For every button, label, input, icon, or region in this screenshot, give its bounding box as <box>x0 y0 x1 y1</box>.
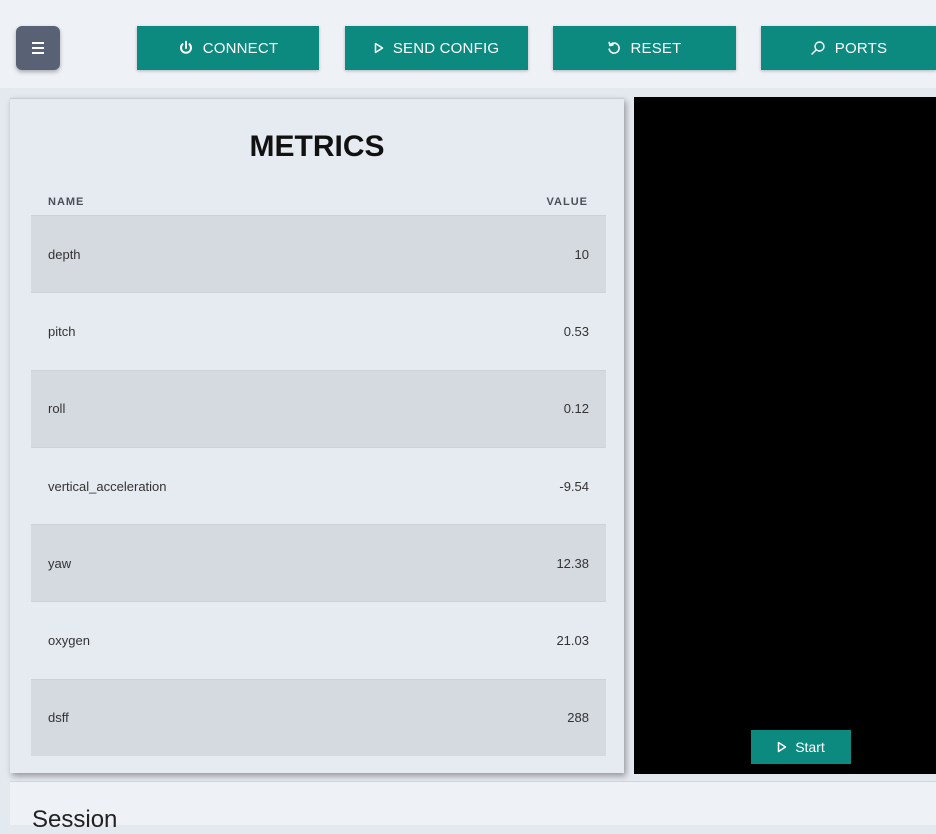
video-panel <box>634 97 936 774</box>
metric-name: pitch <box>48 323 76 339</box>
metrics-title: METRICS <box>249 130 385 163</box>
toolbar: CONNECT SEND CONFIG RESET PORTS <box>0 0 936 88</box>
send-config-button[interactable]: SEND CONFIG <box>345 26 528 70</box>
play-icon <box>374 42 384 54</box>
ports-button[interactable]: PORTS <box>761 26 936 70</box>
reset-button[interactable]: RESET <box>553 26 736 70</box>
hamburger-icon <box>32 42 44 54</box>
metric-name: depth <box>48 246 81 262</box>
ports-button-label: PORTS <box>834 39 888 57</box>
metric-value: -9.54 <box>559 478 589 494</box>
metric-value: 12.38 <box>556 555 589 571</box>
metric-name: yaw <box>48 555 72 571</box>
metric-name: oxygen <box>48 633 90 649</box>
power-icon <box>178 40 194 56</box>
reset-button-label: RESET <box>630 39 682 57</box>
table-row: depth 10 <box>31 215 606 293</box>
menu-button[interactable] <box>16 26 60 70</box>
name-column-header: NAME <box>48 196 85 208</box>
metric-value: 0.12 <box>563 401 589 417</box>
search-icon <box>810 40 826 56</box>
session-section <box>10 781 936 825</box>
table-row: oxygen 21.03 <box>31 601 606 679</box>
value-column-header: VALUE <box>546 196 588 208</box>
connect-button-label: CONNECT <box>202 39 279 57</box>
metric-value: 21.03 <box>556 633 589 649</box>
start-button[interactable]: Start <box>751 730 851 764</box>
connect-button[interactable]: CONNECT <box>137 26 319 70</box>
metrics-table: depth 10 pitch 0.53 roll 0.12 vertical_a… <box>31 215 606 757</box>
table-row: roll 0.12 <box>31 369 606 447</box>
session-title: Session <box>32 806 118 833</box>
table-row: yaw 12.38 <box>31 524 606 602</box>
metric-name: roll <box>48 401 66 417</box>
metric-name: dsff <box>48 710 69 726</box>
metric-value: 10 <box>574 246 589 262</box>
start-button-label: Start <box>795 739 825 755</box>
table-row: dsff 288 <box>31 678 606 757</box>
send-config-button-label: SEND CONFIG <box>392 39 500 57</box>
table-row: vertical_acceleration -9.54 <box>31 446 606 525</box>
metric-value: 0.53 <box>563 323 589 339</box>
refresh-icon <box>607 41 621 55</box>
metric-name: vertical_acceleration <box>48 478 167 494</box>
table-row: pitch 0.53 <box>31 292 606 370</box>
metric-value: 288 <box>567 710 589 726</box>
play-icon <box>777 741 787 753</box>
